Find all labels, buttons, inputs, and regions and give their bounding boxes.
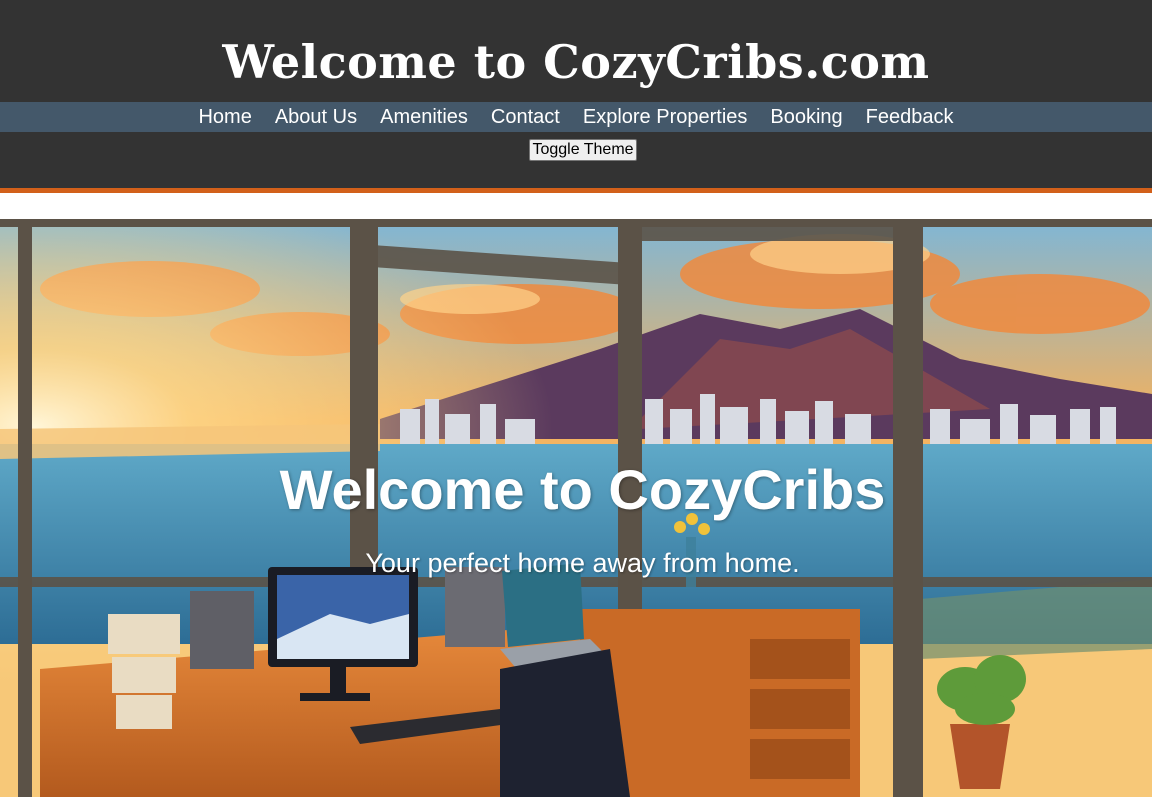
site-header: Welcome to CozyCribs.com Home About Us A… [0,0,1152,188]
nav-item-home[interactable]: Home [198,102,251,132]
main-nav: Home About Us Amenities Contact Explore … [0,102,1152,132]
hero-title: Welcome to CozyCribs [279,458,886,521]
nav-item-contact[interactable]: Contact [491,102,560,132]
nav-item-feedback[interactable]: Feedback [866,102,954,132]
nav-item-explore-properties[interactable]: Explore Properties [583,102,748,132]
header-accent-rule [0,188,1152,193]
nav-item-booking[interactable]: Booking [770,102,842,132]
site-title: Welcome to CozyCribs.com [222,35,930,89]
nav-item-about-us[interactable]: About Us [275,102,357,132]
toggle-theme-button[interactable]: Toggle Theme [529,139,637,161]
hero-subtitle: Your perfect home away from home. [365,548,800,578]
hero-section: Welcome to CozyCribs Your perfect home a… [0,219,1152,797]
nav-item-amenities[interactable]: Amenities [380,102,468,132]
